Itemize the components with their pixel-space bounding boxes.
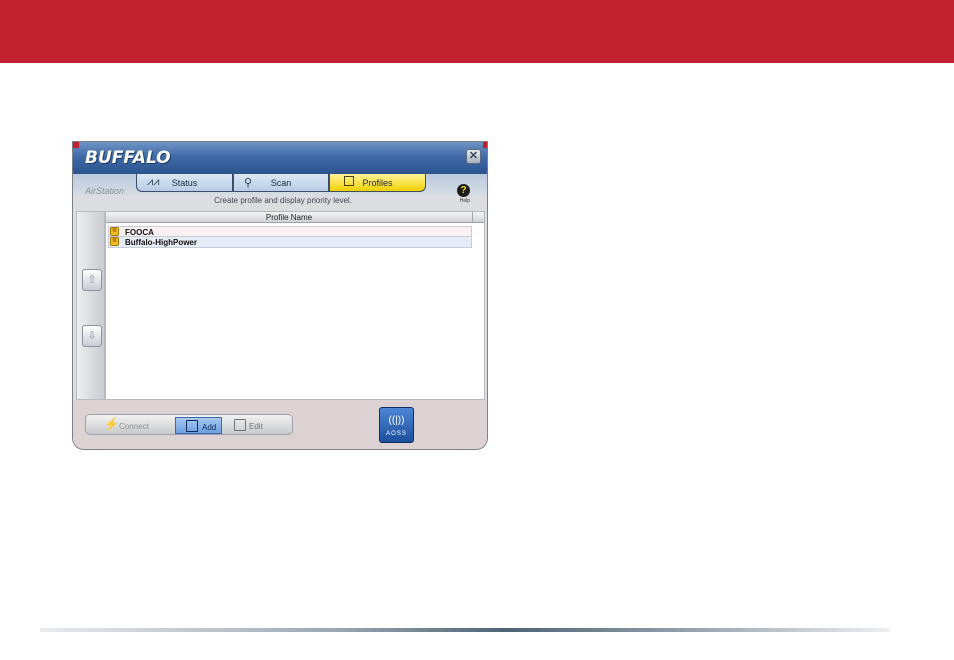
aoss-label: AOSS	[386, 431, 407, 437]
client-manager-window: BUFFALO ✕ ⩘⩘ Status ⚲ Scan Profiles AirS…	[72, 141, 488, 450]
bottom-divider	[40, 628, 890, 632]
profile-name: Buffalo-HighPower	[125, 238, 197, 247]
tab-bar: ⩘⩘ Status ⚲ Scan Profiles	[73, 174, 487, 196]
profile-table: Profile Name ≋ FOOCA ≋ Buffalo-HighPower	[105, 211, 485, 400]
table-row[interactable]: ≋ Buffalo-HighPower	[108, 237, 472, 248]
connect-button[interactable]: ⚡ Connect	[100, 417, 149, 434]
column-header-profile-name[interactable]: Profile Name	[106, 212, 472, 223]
add-button[interactable]: Add	[175, 417, 222, 434]
tab-status[interactable]: ⩘⩘ Status	[136, 174, 233, 192]
access-point-icon: ≋	[110, 237, 119, 246]
tab-profiles-label: Profiles	[362, 178, 393, 188]
aoss-signal-icon: ((|))	[388, 415, 405, 426]
corner-accent	[73, 142, 79, 148]
help-label[interactable]: Help	[460, 198, 470, 204]
bottom-toolbar: ⚡ Connect Add Edit ((|)) AOSS	[73, 400, 487, 449]
top-red-banner	[0, 0, 954, 63]
add-profile-icon	[186, 420, 198, 432]
buffalo-logo: BUFFALO	[85, 148, 171, 168]
aoss-button[interactable]: ((|)) AOSS	[379, 407, 414, 443]
info-bar: AirStation Create profile and display pr…	[73, 184, 487, 211]
header-spacer	[472, 212, 484, 222]
action-button-strip: ⚡ Connect Add Edit	[85, 414, 293, 435]
edit-label: Edit	[249, 422, 263, 431]
add-label: Add	[202, 423, 217, 432]
move-up-button[interactable]: ⇧	[82, 269, 102, 291]
priority-panel: ⇧ ⇩	[76, 211, 105, 400]
tab-status-label: Status	[171, 178, 198, 188]
corner-accent	[483, 142, 487, 148]
tab-scan-label: Scan	[270, 178, 292, 188]
access-point-icon: ≋	[110, 227, 119, 236]
tab-scan[interactable]: ⚲ Scan	[233, 174, 329, 192]
help-icon[interactable]: ?	[457, 184, 470, 197]
info-text: Create profile and display priority leve…	[214, 196, 352, 205]
table-row[interactable]: ≋ FOOCA	[108, 226, 472, 237]
move-down-button[interactable]: ⇩	[82, 325, 102, 347]
table-header: Profile Name	[106, 212, 484, 223]
connect-label: Connect	[119, 422, 149, 431]
window-titlebar[interactable]: BUFFALO ✕	[73, 142, 487, 174]
airstation-logo: AirStation	[85, 186, 125, 196]
close-button[interactable]: ✕	[466, 149, 481, 164]
profile-name: FOOCA	[125, 228, 154, 237]
edit-button[interactable]: Edit	[230, 417, 277, 434]
tab-profiles[interactable]: Profiles	[329, 174, 426, 192]
edit-profile-icon	[234, 419, 246, 431]
connect-icon: ⚡	[104, 417, 119, 431]
slide-page: BUFFALO ✕ ⩘⩘ Status ⚲ Scan Profiles AirS…	[0, 0, 954, 660]
